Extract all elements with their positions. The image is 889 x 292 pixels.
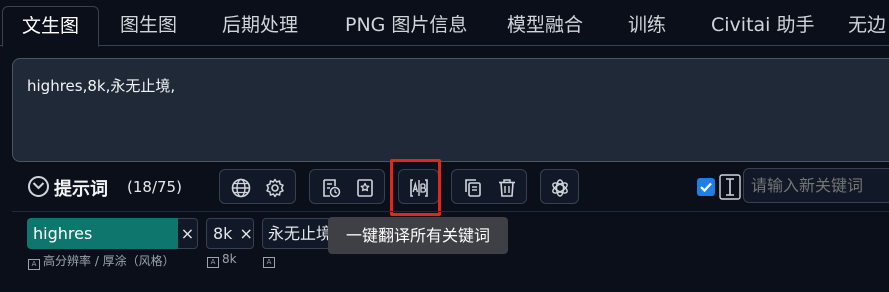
gear-icon[interactable]	[264, 177, 286, 199]
button-group-edit	[451, 169, 527, 204]
translate-button-highlight	[390, 159, 441, 216]
divider	[12, 211, 889, 212]
tab-png-info[interactable]: PNG 图片信息	[345, 6, 467, 46]
translate-tooltip: 一键翻译所有关键词	[328, 217, 508, 254]
copy-icon[interactable]	[462, 177, 484, 199]
text-cursor-icon[interactable]	[719, 174, 741, 200]
button-group-ai	[540, 169, 579, 204]
collapse-chevron-icon[interactable]	[28, 176, 49, 197]
tab-img2img[interactable]: 图生图	[120, 6, 177, 46]
tag-8k-translation-text: 8k	[222, 252, 237, 266]
tab-train[interactable]: 训练	[628, 6, 666, 46]
tag-highres-translation: A 高分辨率 / 厚涂（风格）	[28, 252, 175, 270]
prompt-textarea[interactable]: highres,8k,永无止境,	[12, 58, 889, 162]
tag-highres-remove-icon[interactable]: ×	[178, 218, 198, 249]
tag-8k-translation: A 8k	[207, 252, 237, 268]
tag-highres-translation-text: 高分辨率 / 厚涂（风格）	[43, 254, 175, 268]
button-group-general	[219, 169, 296, 204]
translate-small-icon: A	[28, 259, 40, 270]
trash-icon[interactable]	[496, 177, 518, 199]
new-keyword-input[interactable]	[743, 168, 889, 203]
bookmark-star-icon[interactable]	[354, 177, 376, 199]
translate-small-icon: A	[263, 257, 275, 268]
history-list-icon[interactable]	[320, 177, 342, 199]
globe-icon[interactable]	[230, 177, 252, 199]
tab-extras[interactable]: 后期处理	[222, 6, 298, 46]
tab-bar: 文生图 图生图 后期处理 PNG 图片信息 模型融合 训练 Civitai 助手…	[0, 0, 889, 47]
prompt-section-title: 提示词	[54, 179, 108, 200]
tab-civitai-helper[interactable]: Civitai 助手	[711, 6, 814, 46]
tab-checkpoint-merger[interactable]: 模型融合	[507, 6, 583, 46]
tag-8k-label: 8k	[213, 224, 233, 243]
token-count: (18/75)	[127, 178, 182, 196]
tag-8k[interactable]: 8k ×	[206, 218, 254, 249]
tag-highres[interactable]: highres	[27, 218, 178, 249]
translate-small-icon: A	[207, 257, 219, 268]
tag-yongwuzhijing-translation: A	[263, 252, 278, 268]
tag-yongwuzhijing-label: 永无止境	[268, 224, 333, 243]
button-group-history	[309, 169, 385, 204]
prompt-text: highres,8k,永无止境,	[27, 77, 176, 95]
tab-infinite[interactable]: 无边	[848, 6, 886, 46]
tab-txt2img[interactable]: 文生图	[2, 6, 99, 47]
keyword-checkbox[interactable]	[697, 178, 715, 196]
tag-8k-remove-icon[interactable]: ×	[239, 224, 252, 243]
openai-icon[interactable]	[549, 177, 571, 199]
